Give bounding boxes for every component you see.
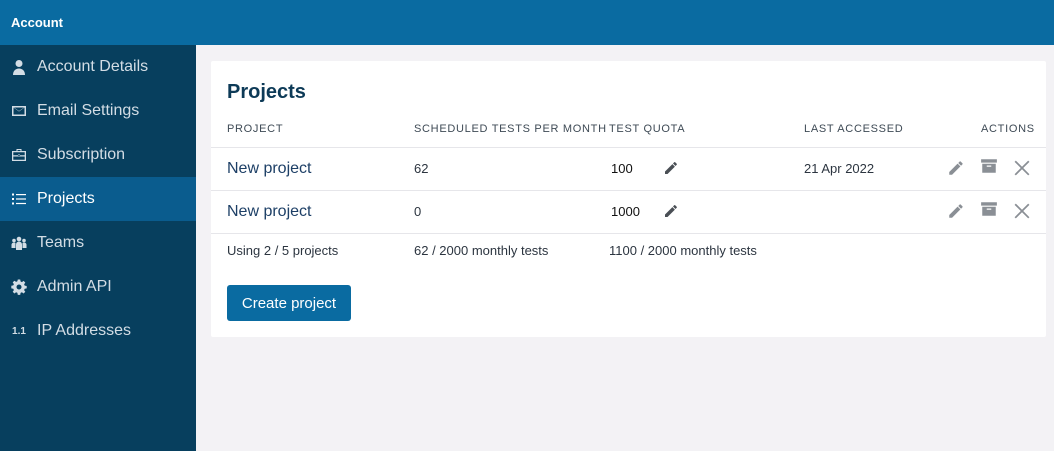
edit-quota-pencil-icon[interactable] [663,203,679,219]
test-quota-value: 1000 [611,204,640,219]
sidebar-item-label: IP Addresses [37,322,131,339]
sidebar-item-subscription[interactable]: Subscription [0,133,196,177]
list-icon [10,190,28,208]
project-name-link[interactable]: New project [227,190,311,233]
scheduled-tests-summary: 62 / 2000 monthly tests [414,243,549,258]
table-row: New project 0 1000 [211,190,1046,233]
scheduled-tests-value: 62 [414,161,429,176]
edit-quota-pencil-icon[interactable] [663,160,679,176]
archive-icon[interactable] [980,200,998,218]
sidebar-item-admin-api[interactable]: Admin API [0,265,196,309]
project-name-link[interactable]: New project [227,147,311,190]
create-project-button[interactable]: Create project [227,285,351,321]
sidebar-item-label: Admin API [37,278,112,295]
ip-version-icon: 1.1 [12,325,26,337]
sidebar-item-projects[interactable]: Projects [0,177,196,221]
app-title: Account [11,15,63,30]
sidebar-item-label: Teams [37,234,85,251]
test-quota-value: 100 [611,161,633,176]
top-bar: Account [0,0,1054,45]
user-icon [10,58,28,76]
test-quota-summary: 1100 / 2000 monthly tests [609,243,757,258]
edit-pencil-icon[interactable] [947,202,965,220]
last-accessed-value: 21 Apr 2022 [804,161,875,176]
table-row: New project 62 100 21 Apr 2022 [211,147,1046,190]
column-header-test-quota: TEST QUOTA [609,123,686,135]
column-header-last-accessed: LAST ACCESSED [804,123,904,135]
sidebar-item-label: Account Details [37,58,149,75]
sidebar-item-ip-addresses[interactable]: 1.1 IP Addresses [0,309,196,353]
page-title: Projects [227,81,306,103]
sidebar-item-teams[interactable]: Teams [0,221,196,265]
sidebar-item-label: Email Settings [37,102,140,119]
column-header-scheduled-tests: SCHEDULED TESTS PER MONTH [414,123,607,135]
sidebar-item-label: Projects [37,190,95,207]
delete-close-icon[interactable] [1013,159,1031,177]
envelope-icon [10,102,28,120]
briefcase-icon [10,146,28,164]
projects-usage-summary: Using 2 / 5 projects [227,243,339,258]
edit-pencil-icon[interactable] [947,159,965,177]
column-header-actions: ACTIONS [981,123,1035,135]
sidebar-item-email-settings[interactable]: Email Settings [0,89,196,133]
archive-icon[interactable] [980,157,998,175]
divider [211,233,1046,234]
gear-icon [10,278,28,296]
column-header-project: PROJECT [227,123,284,135]
sidebar-item-account-details[interactable]: Account Details [0,45,196,89]
delete-close-icon[interactable] [1013,202,1031,220]
team-icon [10,234,28,252]
scheduled-tests-value: 0 [414,204,422,219]
sidebar: Account Details Email Settings Subscript… [0,45,196,451]
sidebar-item-label: Subscription [37,146,126,163]
projects-card: Projects PROJECT SCHEDULED TESTS PER MON… [211,61,1046,337]
